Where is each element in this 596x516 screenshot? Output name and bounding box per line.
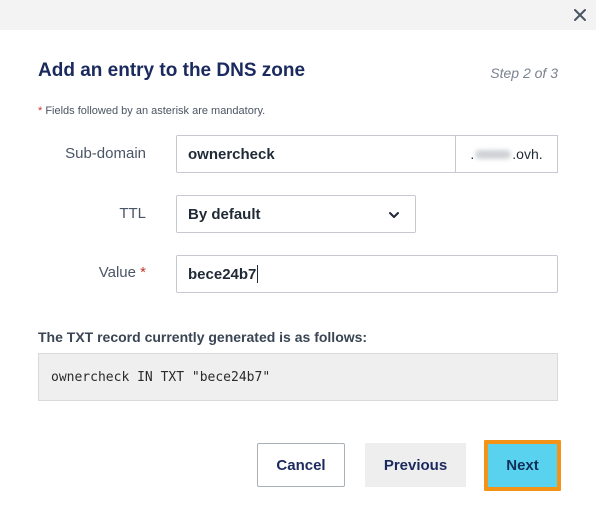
chevron-down-icon — [389, 212, 399, 218]
value-input[interactable]: bece24b7 — [176, 255, 558, 293]
dialog-title: Add an entry to the DNS zone — [38, 60, 306, 81]
previous-button[interactable]: Previous — [365, 443, 466, 487]
close-icon — [574, 9, 586, 21]
record-preview: ownercheck IN TXT "bece24b7" — [38, 353, 558, 401]
mandatory-note: * Fields followed by an asterisk are man… — [38, 105, 265, 117]
redacted-domain — [475, 149, 512, 159]
domain-suffix: . .ovh. — [455, 135, 558, 173]
mandatory-note-text: Fields followed by an asterisk are manda… — [42, 105, 266, 117]
dialog-header-bar — [0, 0, 596, 30]
close-button[interactable] — [568, 3, 592, 27]
next-button[interactable]: Next — [488, 444, 557, 487]
step-indicator: Step 2 of 3 — [490, 65, 558, 81]
value-label-text: Value — [98, 264, 136, 281]
ttl-selected-value: By default — [188, 205, 261, 223]
domain-suffix-text: .ovh. — [512, 146, 543, 162]
ttl-label: TTL — [119, 205, 146, 222]
value-input-text: bece24b7 — [188, 265, 257, 283]
next-button-highlight: Next — [484, 440, 561, 491]
domain-suffix-dot: . — [470, 146, 475, 162]
text-cursor — [257, 265, 259, 283]
cancel-button[interactable]: Cancel — [257, 443, 345, 487]
required-marker: * — [140, 264, 146, 281]
record-heading: The TXT record currently generated is as… — [38, 329, 368, 345]
ttl-select[interactable]: By default — [176, 195, 416, 233]
value-label: Value * — [60, 264, 146, 281]
subdomain-label: Sub-domain — [65, 145, 146, 162]
subdomain-input[interactable]: ownercheck — [176, 135, 456, 173]
subdomain-value: ownercheck — [188, 145, 275, 163]
